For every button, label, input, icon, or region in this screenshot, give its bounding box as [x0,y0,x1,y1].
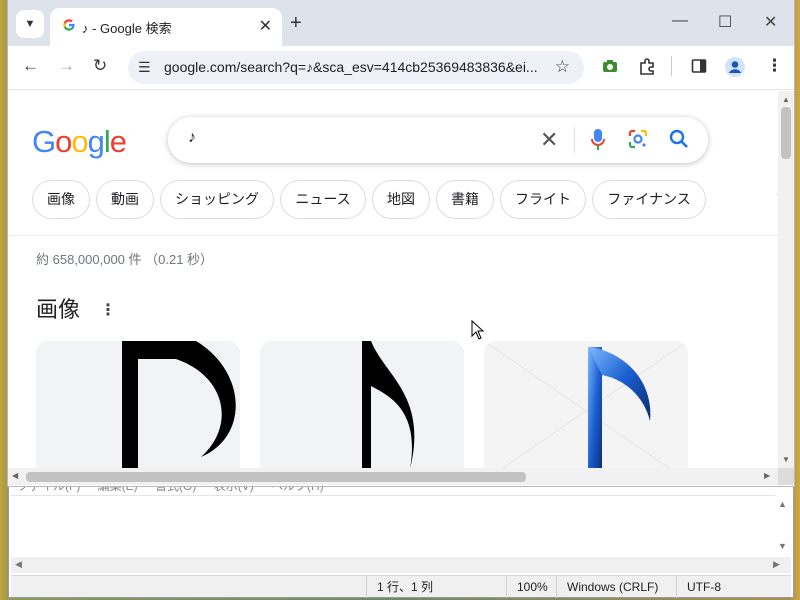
tab-close-icon[interactable]: ✕ [259,16,272,36]
active-tab[interactable]: ♪ - Google 検索 ✕ [50,8,282,46]
search-results-page: Google ♪ ✕ 画像 動画 ショッピング ニュース 地図 書籍 フライト … [8,91,778,468]
more-options-icon[interactable]: ⋮ [100,300,116,320]
google-logo[interactable]: Google [32,124,127,160]
chip-videos[interactable]: 動画 [96,180,154,219]
notepad-horizontal-scrollbar[interactable]: ◀ ▶ [11,557,791,573]
chip-flights[interactable]: フライト [500,180,586,219]
scroll-up-icon[interactable]: ▲ [782,95,790,104]
google-favicon-icon [63,19,75,31]
window-close-button[interactable]: ✕ [764,12,777,32]
maximize-button[interactable]: ☐ [718,12,732,32]
blue-note-image [484,341,688,468]
chip-books[interactable]: 書籍 [436,180,494,219]
mouse-cursor-icon [471,320,485,340]
notepad-statusbar: 1 行、1 列 100% Windows (CRLF) UTF-8 [11,575,791,598]
logo-letter: o [55,124,72,159]
chip-more[interactable]: す [768,180,778,219]
site-info-icon[interactable]: ☰ [138,59,151,76]
chip-images[interactable]: 画像 [32,180,90,219]
notepad-window: ファイル(F) 編集(E) 書式(O) 表示(V) ヘルプ(H) ▲ ▼ ◀ ▶… [8,470,794,598]
scroll-left-icon[interactable]: ◀ [12,471,18,480]
scroll-left-icon[interactable]: ◀ [15,559,22,570]
chrome-window: ▼ ♪ - Google 検索 ✕ + — ☐ ✕ ← → ↻ ☰ google… [8,0,794,486]
url-text[interactable]: google.com/search?q=♪&sca_esv=414cb25369… [164,59,538,75]
page-horizontal-scrollbar[interactable]: ◀ ▶ [8,468,778,485]
notepad-text-area[interactable] [11,495,775,555]
tab-strip: ▼ ♪ - Google 検索 ✕ + — ☐ ✕ [8,0,794,46]
page-vertical-scrollbar[interactable]: ▲ ▼ [778,91,794,468]
tab-search-button[interactable]: ▼ [16,10,44,38]
logo-letter: e [109,124,127,159]
browser-toolbar: ← → ↻ ☰ google.com/search?q=♪&sca_esv=41… [8,46,794,90]
scrollbar-thumb[interactable] [781,107,791,159]
chip-shopping[interactable]: ショッピング [160,180,274,219]
address-bar[interactable]: ☰ google.com/search?q=♪&sca_esv=414cb253… [128,51,584,84]
scrollbar-corner [778,468,794,485]
music-note-image [122,341,236,468]
scroll-down-icon[interactable]: ▼ [778,541,787,551]
back-arrow-icon[interactable]: ← [22,56,39,76]
logo-letter: o [71,124,88,159]
scroll-up-icon[interactable]: ▲ [778,499,787,509]
voice-search-icon[interactable] [590,128,606,152]
search-box[interactable]: ♪ ✕ [168,117,708,163]
chip-finance[interactable]: ファイナンス [592,180,706,219]
reload-icon[interactable]: ↻ [93,56,107,76]
result-stats: 約 658,000,000 件 （0.21 秒） [36,252,214,267]
chip-maps[interactable]: 地図 [372,180,430,219]
extension-camera-icon[interactable] [602,58,618,74]
notepad-vertical-scrollbar[interactable]: ▲ ▼ [775,495,791,555]
extensions-puzzle-icon[interactable] [638,58,656,76]
new-tab-button[interactable]: + [290,12,302,34]
search-input[interactable]: ♪ [188,129,196,147]
forward-arrow-icon[interactable]: → [58,56,75,76]
chrome-menu-icon[interactable]: ⋮ [766,56,783,76]
side-panel-icon[interactable] [691,58,707,74]
status-line-ending: Windows (CRLF) [556,576,676,598]
chip-news[interactable]: ニュース [280,180,366,219]
image-result[interactable] [484,341,688,468]
header-divider [8,235,778,236]
eighth-note-image [362,341,415,468]
chevron-down-icon: ▼ [24,18,36,30]
status-zoom: 100% [506,576,556,598]
search-divider [574,127,575,153]
clear-search-icon[interactable]: ✕ [540,127,558,153]
scroll-right-icon[interactable]: ▶ [764,471,770,480]
logo-letter: g [87,124,105,159]
scroll-right-icon[interactable]: ▶ [773,559,780,570]
image-result[interactable] [36,341,240,468]
image-result[interactable] [260,341,464,468]
images-section-title[interactable]: 画像 [36,292,80,324]
lens-search-icon[interactable] [627,128,649,150]
scroll-down-icon[interactable]: ▼ [782,455,790,464]
logo-letter: G [32,124,56,159]
bookmark-star-icon[interactable]: ☆ [555,57,570,77]
scrollbar-thumb[interactable] [26,472,526,482]
status-encoding: UTF-8 [676,576,786,598]
minimize-button[interactable]: — [672,12,688,30]
profile-avatar-icon[interactable] [724,56,746,78]
search-submit-icon[interactable] [668,128,690,150]
status-cursor-position: 1 行、1 列 [366,576,506,598]
toolbar-divider [671,56,672,76]
tab-title: ♪ - Google 検索 [82,21,172,36]
